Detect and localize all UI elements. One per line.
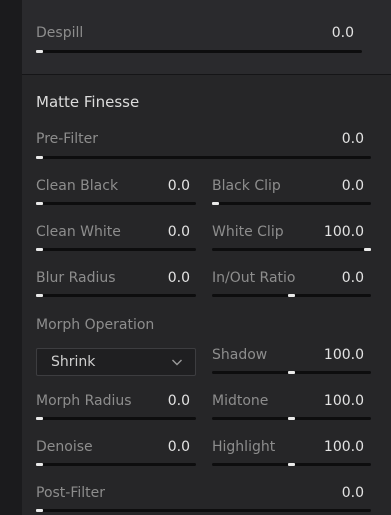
midtone-value[interactable]: 100.0 [300, 393, 364, 409]
despill-value[interactable]: 0.0 [300, 25, 354, 41]
despill-slider[interactable] [36, 50, 362, 53]
white-clip-slider[interactable] [212, 248, 371, 251]
blur-radius-value[interactable]: 0.0 [140, 270, 190, 286]
shadow-value[interactable]: 100.0 [300, 347, 364, 363]
blur-radius-slider[interactable] [36, 294, 196, 297]
pre-filter-slider[interactable] [36, 156, 371, 159]
pre-filter-value[interactable]: 0.0 [300, 131, 364, 147]
post-filter-label: Post-Filter [36, 485, 106, 501]
clean-white-value[interactable]: 0.0 [140, 224, 190, 240]
blur-radius-label: Blur Radius [36, 270, 116, 286]
pre-filter-label: Pre-Filter [36, 131, 98, 147]
in-out-ratio-slider-handle[interactable] [288, 294, 295, 297]
denoise-label: Denoise [36, 439, 93, 455]
blur-radius-slider-handle[interactable] [36, 294, 43, 297]
clean-white-slider-handle[interactable] [36, 248, 43, 251]
midtone-label: Midtone [212, 393, 269, 409]
midtone-slider[interactable] [212, 417, 371, 420]
morph-radius-value[interactable]: 0.0 [140, 393, 190, 409]
shadow-label: Shadow [212, 347, 268, 363]
morph-radius-slider[interactable] [36, 417, 196, 420]
white-clip-value[interactable]: 100.0 [300, 224, 364, 240]
morph-radius-slider-handle[interactable] [36, 417, 43, 420]
clean-black-slider-handle[interactable] [36, 202, 43, 205]
pre-filter-slider-handle[interactable] [36, 156, 43, 159]
despill-slider-handle[interactable] [36, 50, 43, 53]
clean-black-slider[interactable] [36, 202, 196, 205]
denoise-value[interactable]: 0.0 [140, 439, 190, 455]
post-filter-slider-handle[interactable] [36, 509, 43, 512]
black-clip-slider-handle[interactable] [212, 202, 219, 205]
highlight-value[interactable]: 100.0 [300, 439, 364, 455]
morph-operation-label: Morph Operation [36, 317, 155, 333]
in-out-ratio-label: In/Out Ratio [212, 270, 296, 286]
highlight-label: Highlight [212, 439, 276, 455]
denoise-slider[interactable] [36, 463, 196, 466]
white-clip-label: White Clip [212, 224, 284, 240]
in-out-ratio-value[interactable]: 0.0 [310, 270, 364, 286]
morph-operation-selected: Shrink [51, 354, 96, 370]
chevron-down-icon [172, 359, 182, 366]
shadow-slider-handle[interactable] [288, 371, 295, 374]
morph-operation-select[interactable]: Shrink [36, 348, 196, 376]
in-out-ratio-slider[interactable] [212, 294, 371, 297]
clean-white-slider[interactable] [36, 248, 196, 251]
section-title-matte-finesse: Matte Finesse [36, 93, 140, 111]
post-filter-value[interactable]: 0.0 [300, 485, 364, 501]
shadow-slider[interactable] [212, 371, 371, 374]
black-clip-label: Black Clip [212, 178, 281, 194]
white-clip-slider-handle[interactable] [364, 248, 371, 251]
highlight-slider-handle[interactable] [288, 463, 295, 466]
morph-radius-label: Morph Radius [36, 393, 132, 409]
clean-black-label: Clean Black [36, 178, 119, 194]
midtone-slider-handle[interactable] [288, 417, 295, 420]
clean-black-value[interactable]: 0.0 [140, 178, 190, 194]
despill-label: Despill [36, 25, 84, 41]
black-clip-value[interactable]: 0.0 [310, 178, 364, 194]
black-clip-slider[interactable] [212, 202, 371, 205]
post-filter-slider[interactable] [36, 509, 371, 512]
clean-white-label: Clean White [36, 224, 121, 240]
highlight-slider[interactable] [212, 463, 371, 466]
denoise-slider-handle[interactable] [36, 463, 43, 466]
